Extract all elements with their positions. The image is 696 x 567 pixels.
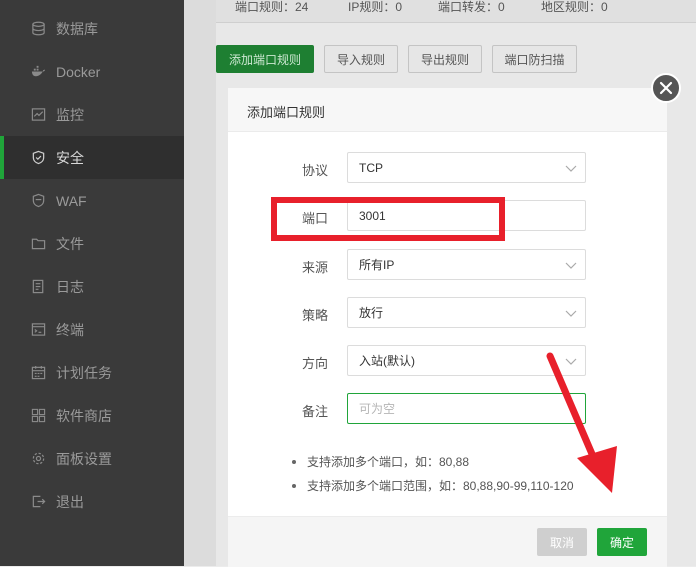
sidebar-item-label: 退出: [56, 493, 84, 510]
monitor-icon: [30, 107, 46, 123]
remark-placeholder: 可为空: [359, 402, 396, 416]
add-port-rule-button[interactable]: 添加端口规则: [216, 45, 314, 73]
docker-icon: [30, 64, 46, 80]
tab-region-rules[interactable]: 地区规则：0: [541, 0, 608, 14]
sidebar-item-files[interactable]: 文件: [0, 222, 184, 265]
strategy-label: 策略: [301, 308, 328, 323]
sidebar-item-label: WAF: [56, 192, 87, 209]
direction-label: 方向: [301, 356, 328, 371]
source-value: 所有IP: [359, 258, 395, 272]
sidebar-item-label: Docker: [56, 63, 101, 80]
sidebar-item-waf[interactable]: WAF: [0, 179, 184, 222]
sidebar-item-label: 软件商店: [56, 407, 112, 424]
import-rules-button[interactable]: 导入规则: [324, 45, 398, 73]
grid-icon: [30, 408, 46, 424]
protocol-label: 协议: [301, 163, 328, 178]
sidebar: 数据库 Docker 监控 安全 WAF 文件 日志 终端 计划任务 软件商店 …: [0, 0, 184, 566]
dialog-header: 添加端口规则: [228, 88, 667, 132]
folder-icon: [30, 236, 46, 252]
sidebar-item-terminal[interactable]: 终端: [0, 308, 184, 351]
sidebar-item-store[interactable]: 软件商店: [0, 394, 184, 437]
gear-icon: [30, 451, 46, 467]
dialog-footer: 取消 确定: [228, 516, 667, 567]
sidebar-item-logs[interactable]: 日志: [0, 265, 184, 308]
rule-tabs: 端口规则：24 IP规则：0 端口转发：0 地区规则：0: [216, 0, 696, 23]
tab-port-forward[interactable]: 端口转发：0: [438, 0, 505, 14]
chevron-down-icon: [565, 262, 577, 269]
source-select[interactable]: 所有IP: [347, 249, 586, 280]
sidebar-item-database[interactable]: 数据库: [0, 7, 184, 50]
cancel-button[interactable]: 取消: [537, 528, 587, 556]
logout-icon: [30, 494, 46, 510]
sidebar-item-monitor[interactable]: 监控: [0, 93, 184, 136]
terminal-icon: [30, 322, 46, 338]
sidebar-item-label: 面板设置: [56, 450, 112, 467]
help-note: 支持添加多个端口范围，如：80,88,90-99,110-120: [290, 474, 574, 498]
sidebar-item-label: 监控: [56, 106, 84, 123]
calendar-icon: [30, 365, 46, 381]
database-icon: [30, 21, 46, 37]
sidebar-item-security[interactable]: 安全: [0, 136, 184, 179]
sidebar-item-label: 安全: [56, 149, 84, 166]
close-dialog-button[interactable]: [651, 73, 681, 103]
protocol-select[interactable]: TCP: [347, 152, 586, 183]
chevron-down-icon: [565, 165, 577, 172]
remark-label: 备注: [301, 404, 328, 419]
strategy-value: 放行: [359, 306, 384, 320]
sidebar-item-cron[interactable]: 计划任务: [0, 351, 184, 394]
shield-icon: [30, 150, 46, 166]
sidebar-item-docker[interactable]: Docker: [0, 50, 184, 93]
dialog-title: 添加端口规则: [247, 105, 326, 120]
sidebar-item-label: 数据库: [56, 20, 98, 37]
direction-value: 入站(默认): [359, 354, 415, 368]
sidebar-item-label: 计划任务: [56, 364, 112, 381]
confirm-button[interactable]: 确定: [597, 528, 647, 556]
sidebar-item-label: 日志: [56, 278, 84, 295]
sidebar-item-logout[interactable]: 退出: [0, 480, 184, 523]
export-rules-button[interactable]: 导出规则: [408, 45, 482, 73]
tab-port-rules[interactable]: 端口规则：24: [235, 0, 308, 14]
waf-shield-icon: [30, 193, 46, 209]
annotation-highlight-box: [271, 197, 505, 241]
tab-ip-rules[interactable]: IP规则：0: [348, 0, 402, 14]
close-icon: [659, 81, 673, 95]
strategy-select[interactable]: 放行: [347, 297, 586, 328]
annotation-arrow-icon: [546, 352, 617, 493]
help-notes: 支持添加多个端口，如：80,88 支持添加多个端口范围，如：80,88,90-9…: [290, 450, 574, 498]
source-label: 来源: [301, 260, 328, 275]
protocol-value: TCP: [359, 160, 383, 175]
chevron-down-icon: [565, 310, 577, 317]
log-icon: [30, 279, 46, 295]
sidebar-item-label: 文件: [56, 235, 84, 252]
sidebar-item-label: 终端: [56, 321, 84, 338]
port-anti-scan-button[interactable]: 端口防扫描: [492, 45, 577, 73]
help-note: 支持添加多个端口，如：80,88: [290, 450, 574, 474]
sidebar-item-settings[interactable]: 面板设置: [0, 437, 184, 480]
